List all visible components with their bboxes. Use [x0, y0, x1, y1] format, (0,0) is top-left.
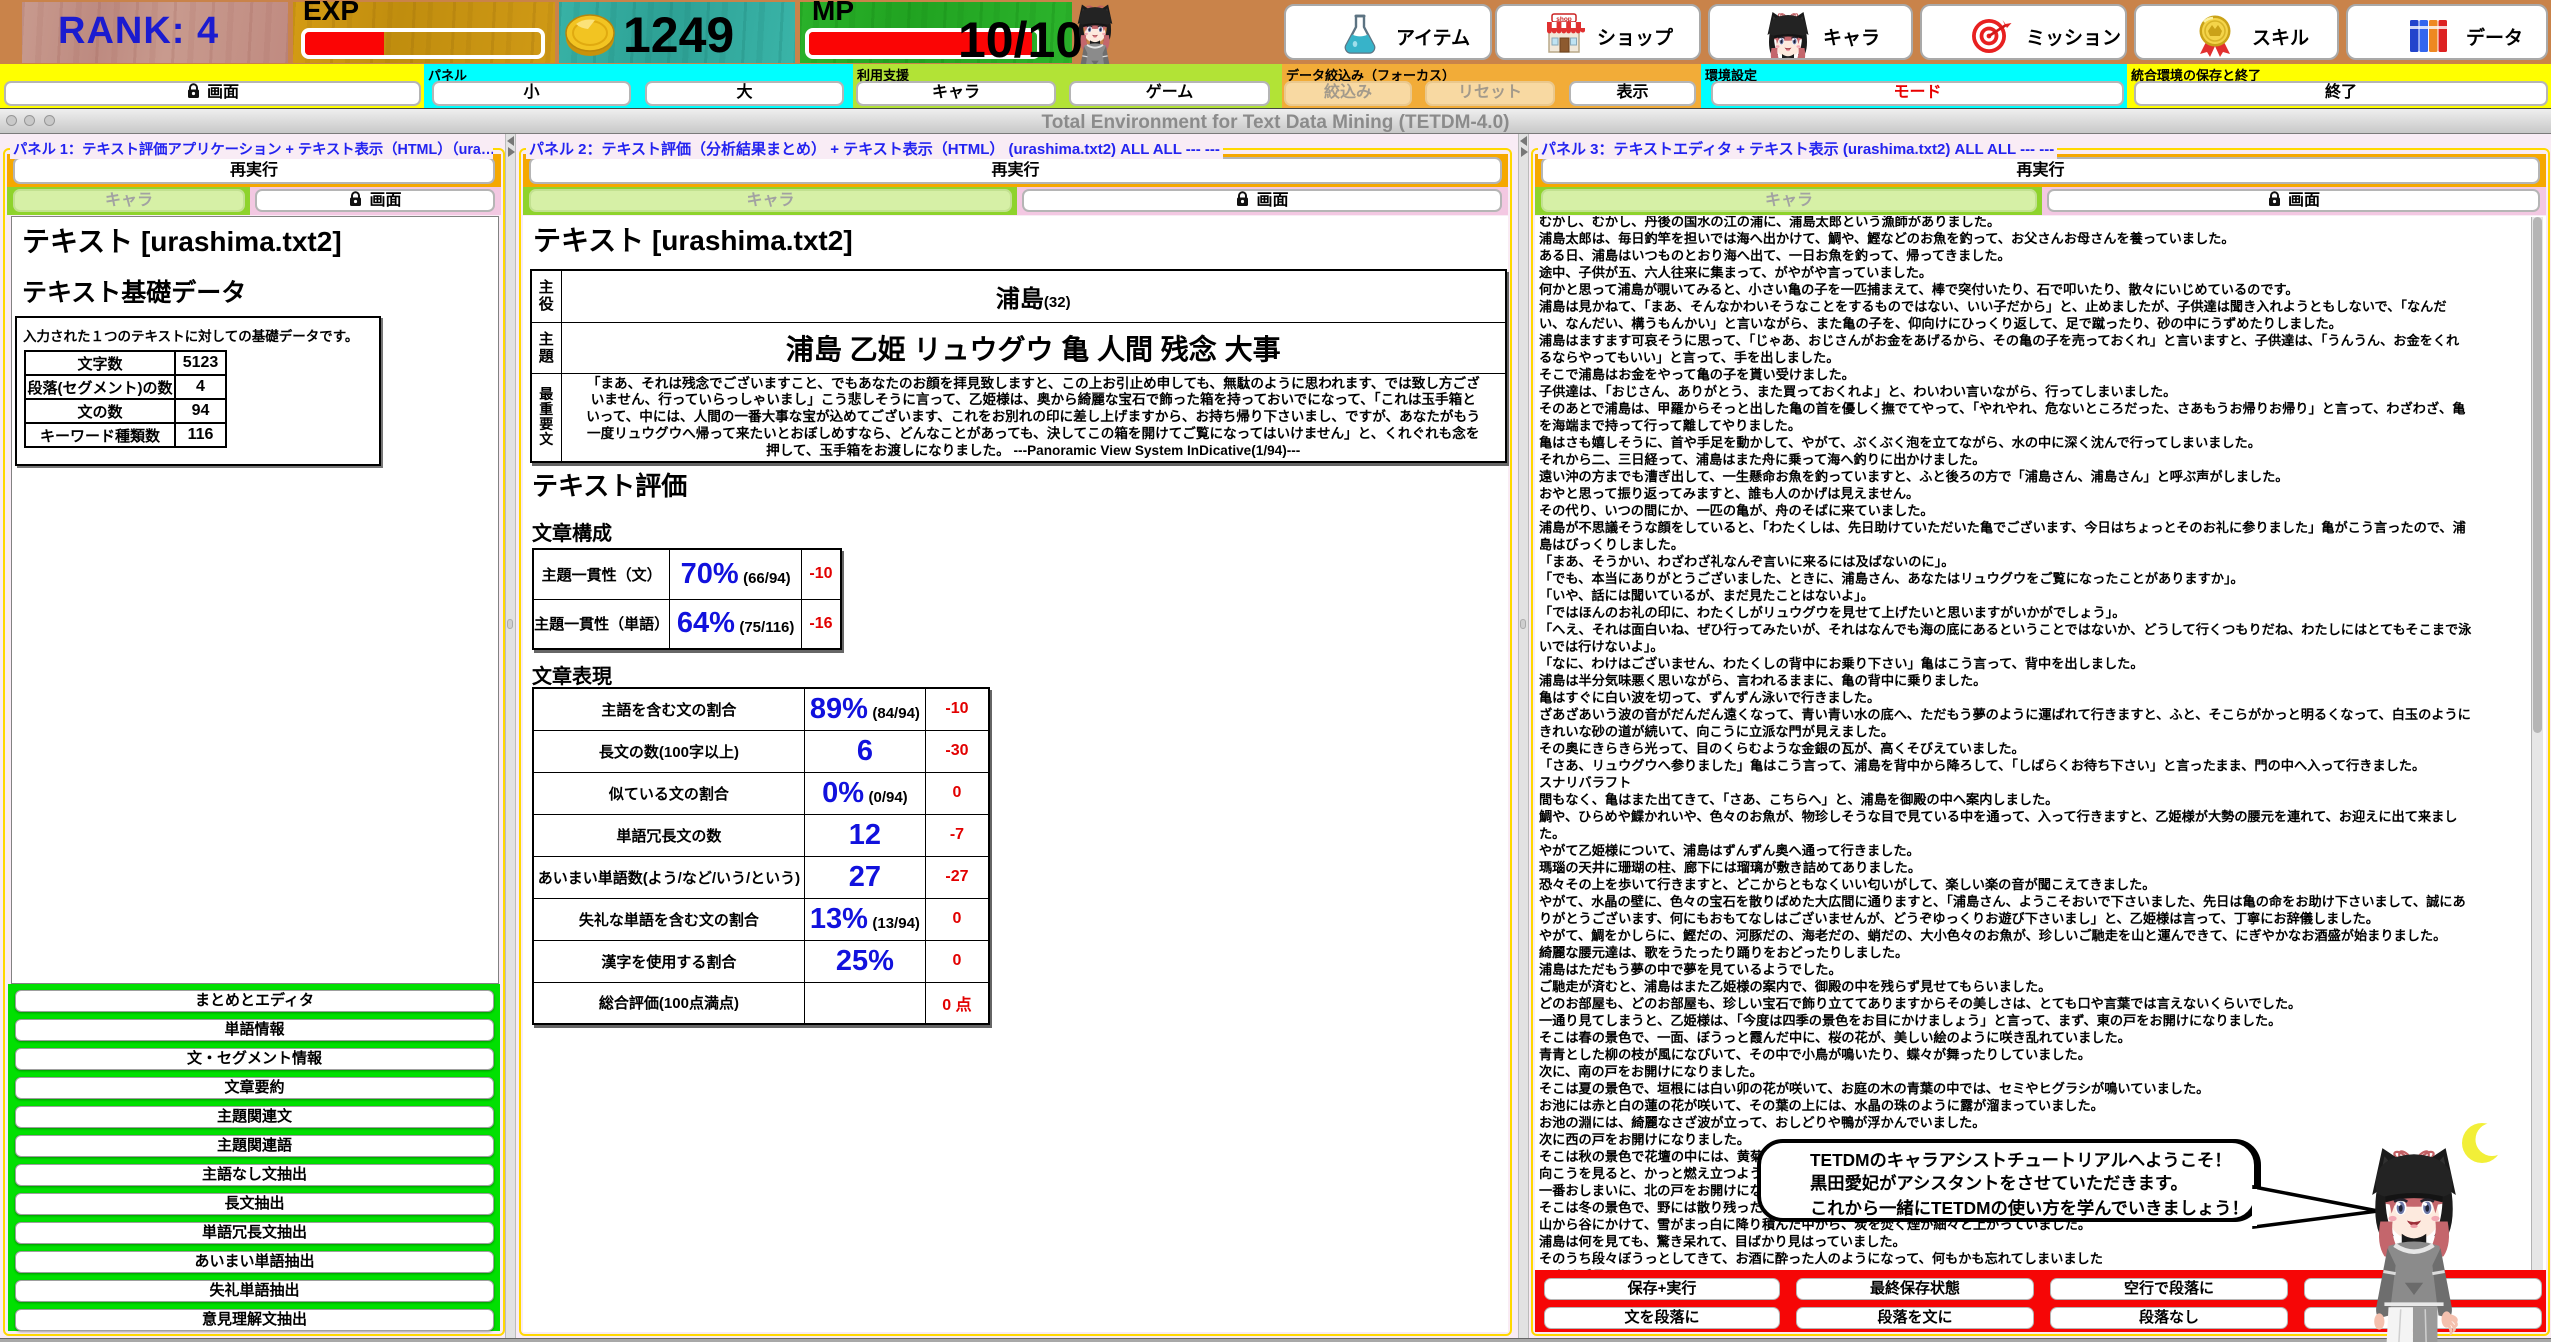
svg-text:shop: shop [1556, 16, 1572, 23]
